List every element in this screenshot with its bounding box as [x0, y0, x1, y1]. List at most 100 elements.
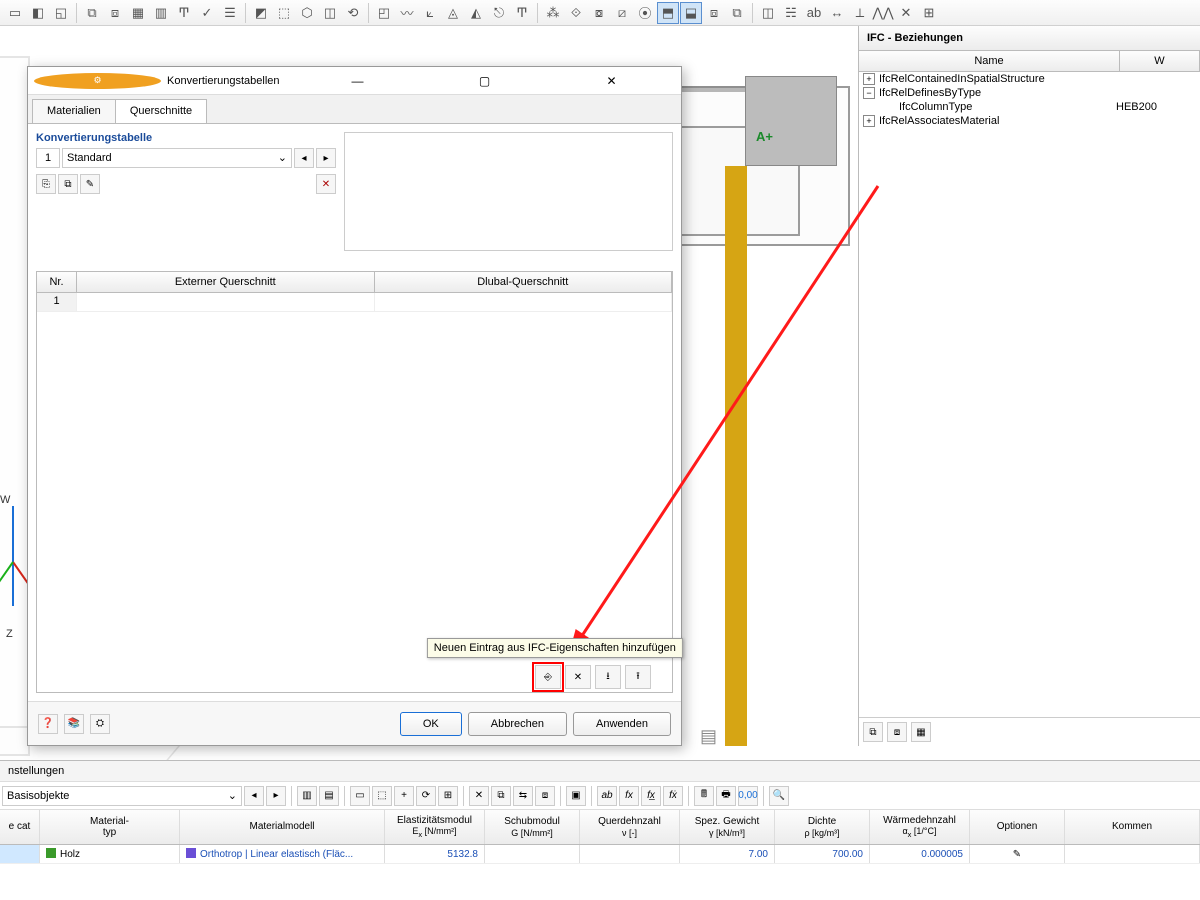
- close-button[interactable]: ✕: [548, 69, 675, 93]
- tool-button[interactable]: fx̲: [641, 786, 661, 806]
- cancel-button[interactable]: Abbrechen: [468, 712, 567, 736]
- apply-button[interactable]: Anwenden: [573, 712, 671, 736]
- tb-icon[interactable]: ☰: [219, 2, 241, 24]
- collapse-icon[interactable]: −: [863, 87, 875, 99]
- tb-icon[interactable]: ◩: [250, 2, 272, 24]
- tool-button[interactable]: ab: [597, 786, 617, 806]
- dialog-titlebar[interactable]: ⚙ Konvertierungstabellen — ▢ ✕: [28, 67, 681, 95]
- rename-button[interactable]: ✎: [80, 174, 100, 194]
- tool-button[interactable]: ⟳: [416, 786, 436, 806]
- tab-querschnitte[interactable]: Querschnitte: [115, 99, 207, 123]
- tb-icon[interactable]: ⬒: [657, 2, 679, 24]
- tool-button[interactable]: ▣: [566, 786, 586, 806]
- tb-icon[interactable]: ◫: [319, 2, 341, 24]
- new-table-button[interactable]: ⎘: [36, 174, 56, 194]
- tb-icon[interactable]: ✕: [895, 2, 917, 24]
- export-button[interactable]: ⭱: [625, 665, 651, 689]
- maximize-button[interactable]: ▢: [421, 69, 548, 93]
- ok-button[interactable]: OK: [400, 712, 462, 736]
- mapping-grid[interactable]: Nr. Externer Querschnitt Dlubal-Querschn…: [36, 271, 673, 693]
- tb-icon[interactable]: ⁂: [542, 2, 564, 24]
- tb-icon[interactable]: 〰: [396, 2, 418, 24]
- tool-button[interactable]: 🖩: [694, 786, 714, 806]
- tb-icon[interactable]: ◰: [373, 2, 395, 24]
- ifc-tree-row[interactable]: + IfcRelContainedInSpatialStructure: [859, 72, 1200, 86]
- tb-icon[interactable]: ▥: [150, 2, 172, 24]
- ifc-tool-button[interactable]: ⧉: [863, 722, 883, 742]
- tb-icon[interactable]: ☵: [780, 2, 802, 24]
- tb-icon[interactable]: ◬: [442, 2, 464, 24]
- tb-icon[interactable]: ⟂: [849, 2, 871, 24]
- tb-icon[interactable]: ◱: [50, 2, 72, 24]
- tb-icon[interactable]: ◭: [465, 2, 487, 24]
- tb-icon[interactable]: ⧉: [726, 2, 748, 24]
- tb-icon[interactable]: ⦿: [634, 2, 656, 24]
- remove-entry-button[interactable]: ✕: [565, 665, 591, 689]
- tb-icon[interactable]: ⧈: [703, 2, 725, 24]
- expand-icon[interactable]: +: [863, 73, 875, 85]
- main-toolbar[interactable]: ▭ ◧ ◱ ⧉ ⧈ ▦ ▥ Ͳ ✓ ☰ ◩ ⬚ ⬡ ◫ ⟲ ◰ 〰 ⟀ ◬ ◭ …: [0, 0, 1200, 26]
- tool-button[interactable]: ▭: [350, 786, 370, 806]
- tb-icon[interactable]: ⬡: [296, 2, 318, 24]
- tb-icon[interactable]: Ͳ: [511, 2, 533, 24]
- next-button[interactable]: ▸: [266, 786, 286, 806]
- tool-button[interactable]: 🖶: [716, 786, 736, 806]
- expand-icon[interactable]: +: [863, 115, 875, 127]
- tb-icon[interactable]: ↔: [826, 2, 848, 24]
- table-select[interactable]: Standard: [62, 148, 292, 168]
- tool-button[interactable]: ⧈: [535, 786, 555, 806]
- tb-icon[interactable]: ⧈: [104, 2, 126, 24]
- tb-icon[interactable]: ▦: [127, 2, 149, 24]
- tb-icon[interactable]: ▭: [4, 2, 26, 24]
- tool-button[interactable]: ⬚: [372, 786, 392, 806]
- tb-icon[interactable]: ⟐: [565, 2, 587, 24]
- workplane-icon[interactable]: ▤: [700, 726, 717, 747]
- filter-button[interactable]: ▥: [297, 786, 317, 806]
- tb-icon[interactable]: ⊞: [918, 2, 940, 24]
- tool-button[interactable]: fẋ: [663, 786, 683, 806]
- tb-icon[interactable]: ab: [803, 2, 825, 24]
- tb-icon[interactable]: ⬚: [273, 2, 295, 24]
- ifc-tool-button[interactable]: ⧈: [887, 722, 907, 742]
- tool-button[interactable]: 0,00: [738, 786, 758, 806]
- minimize-button[interactable]: —: [294, 69, 421, 93]
- tb-icon[interactable]: ⟲: [342, 2, 364, 24]
- tool-button[interactable]: +: [394, 786, 414, 806]
- import-button[interactable]: ⭳: [595, 665, 621, 689]
- tool-button[interactable]: ⇆: [513, 786, 533, 806]
- library-button[interactable]: 📚: [64, 714, 84, 734]
- tool-button[interactable]: ⧉: [491, 786, 511, 806]
- add-from-ifc-button[interactable]: ⎆: [535, 665, 561, 689]
- material-row[interactable]: Holz Orthotrop | Linear elastisch (Fläc.…: [0, 845, 1200, 864]
- filter-button[interactable]: ▤: [319, 786, 339, 806]
- tb-icon[interactable]: ⎋: [488, 2, 510, 24]
- tb-icon[interactable]: ✓: [196, 2, 218, 24]
- settings-button[interactable]: ⛭: [90, 714, 110, 734]
- ifc-tool-button[interactable]: ▦: [911, 722, 931, 742]
- prev-button[interactable]: ◂: [294, 148, 314, 168]
- next-button[interactable]: ▸: [316, 148, 336, 168]
- tb-icon[interactable]: ◫: [757, 2, 779, 24]
- view-selector[interactable]: Basisobjekte: [2, 786, 242, 806]
- tb-icon[interactable]: ⬓: [680, 2, 702, 24]
- tb-icon[interactable]: Ͳ: [173, 2, 195, 24]
- tb-icon[interactable]: ⧄: [611, 2, 633, 24]
- copy-table-button[interactable]: ⧉: [58, 174, 78, 194]
- help-button[interactable]: ❓: [38, 714, 58, 734]
- tool-button[interactable]: fx: [619, 786, 639, 806]
- tb-icon[interactable]: ◧: [27, 2, 49, 24]
- tb-icon[interactable]: ⋀⋀: [872, 2, 894, 24]
- table-row[interactable]: 1: [37, 293, 672, 312]
- delete-table-button[interactable]: ✕: [316, 174, 336, 194]
- ifc-tree-row[interactable]: + IfcRelAssociatesMaterial: [859, 114, 1200, 128]
- prev-button[interactable]: ◂: [244, 786, 264, 806]
- tb-icon[interactable]: ⧉: [81, 2, 103, 24]
- tool-button[interactable]: ✕: [469, 786, 489, 806]
- tb-icon[interactable]: ⟀: [419, 2, 441, 24]
- ifc-tree-row[interactable]: − IfcRelDefinesByType: [859, 86, 1200, 100]
- tool-button[interactable]: ⊞: [438, 786, 458, 806]
- ifc-tree-row[interactable]: IfcColumnType HEB200: [859, 100, 1200, 114]
- tab-materialien[interactable]: Materialien: [32, 99, 116, 123]
- tb-icon[interactable]: ⧇: [588, 2, 610, 24]
- search-button[interactable]: 🔍: [769, 786, 789, 806]
